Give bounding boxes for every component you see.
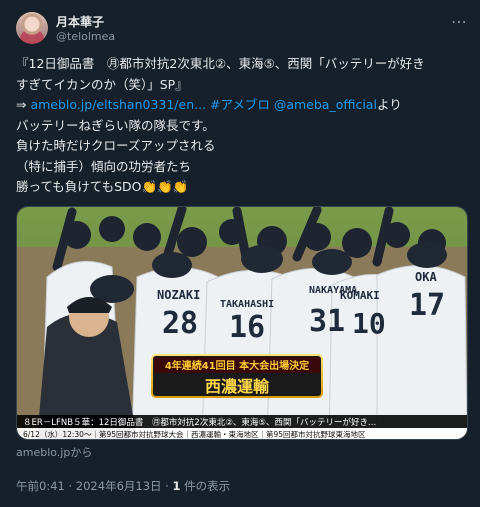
arrow-prefix: ⇒: [16, 97, 31, 112]
jersey-number-31: 31: [309, 304, 345, 339]
clapping-hands-icon: 👏👏👏: [141, 179, 189, 194]
tweet-line-4: バッテリーねぎらい隊の隊長です。: [16, 117, 215, 133]
author-name[interactable]: 月本華子: [56, 13, 104, 30]
tweet-header: 月本華子 @telolmea ⋯: [16, 12, 468, 48]
tweet-line-2: すぎてイカンのか（笑）」SP』: [16, 76, 188, 92]
jersey-name-oka: OKA: [415, 270, 437, 284]
hashtag-mention-link[interactable]: #アメブロ @ameba_official: [206, 97, 377, 112]
tweet-line-1: 『12日御品書 ㊊都市対抗2次東北②、東海⑤、西関「バッテリーが好き: [16, 56, 425, 71]
baseball-celebration-photo: NOZAKI 28 TAKAHASHI 16 NAKAYAMA 31 KOMAK…: [17, 207, 467, 439]
tweet-line-6: （特に捕手）傾向の功労者たち: [16, 158, 192, 174]
banner-team-name: 西濃運輸: [205, 377, 270, 396]
link-card-image[interactable]: NOZAKI 28 TAKAHASHI 16 NAKAYAMA 31 KOMAK…: [16, 206, 468, 440]
tweet-line-7: 勝っても負けてもSDO👏👏👏: [16, 177, 466, 198]
link-source[interactable]: ameblo.jpから: [16, 444, 92, 460]
ticker-bottom-text: 6/12（水）12:30～｜第95回都市対抗野球大会｜西濃運輸・東海地区｜第95…: [23, 429, 366, 439]
jersey-name-nozaki: NOZAKI: [157, 288, 200, 302]
views-count: 1: [172, 479, 181, 493]
jersey-name-takahashi: TAKAHASHI: [220, 299, 274, 310]
tweet-line-7-text: 勝っても負けてもSDO: [16, 179, 142, 194]
link-suffix: より: [376, 97, 402, 112]
ticker-top-text: ８ER－LFNB５華：12日御品書 ㊊都市対抗2次東北②、東海⑤、西関「バッテリ…: [23, 417, 376, 428]
tweet-time[interactable]: 午前0:41: [16, 479, 65, 493]
jersey-name-komaki: KOMAKI: [340, 289, 380, 302]
jersey-number-17: 17: [409, 288, 445, 323]
tweet-meta: 午前0:41 · 2024年6月13日 · 1 件の表示: [16, 479, 231, 493]
tweet-line-5: 負けた時だけクローズアップされる: [16, 138, 216, 153]
jersey-number-28: 28: [162, 306, 198, 341]
more-options-icon[interactable]: ⋯: [451, 12, 468, 31]
author-handle[interactable]: @telolmea: [56, 30, 115, 43]
views-label: 件の表示: [184, 479, 231, 493]
tweet-line-3: ⇒ ameblo.jp/eltshan0331/en... #アメブロ @ame…: [16, 95, 466, 116]
broadcast-banner: 4年連続41回目 本大会出場決定 西濃運輸: [151, 354, 323, 398]
blog-link[interactable]: ameblo.jp/eltshan0331/en...: [30, 97, 206, 112]
jersey-number-10: 10: [352, 307, 386, 340]
tweet-date[interactable]: 2024年6月13日: [76, 479, 162, 493]
tweet-text: 『12日御品書 ㊊都市対抗2次東北②、東海⑤、西関「バッテリーが好き すぎてイカ…: [16, 54, 466, 198]
avatar[interactable]: [16, 12, 48, 44]
jersey-number-16: 16: [229, 310, 265, 345]
banner-qualified-text: 4年連続41回目 本大会出場決定: [165, 359, 309, 372]
